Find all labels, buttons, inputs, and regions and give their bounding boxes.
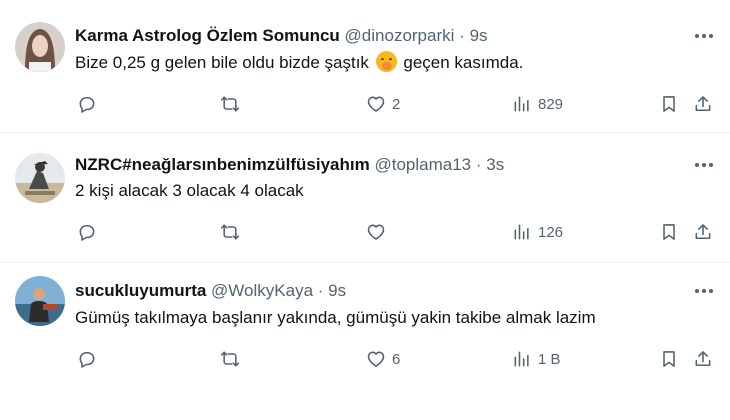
tweet[interactable]: Karma Astrolog Özlem Somuncu @dinozorpar… — [0, 0, 730, 133]
separator-dot: · — [317, 281, 324, 300]
views-button[interactable]: 829 — [512, 92, 563, 116]
like-count: 6 — [392, 350, 401, 368]
retweet-icon — [220, 224, 240, 240]
display-name[interactable]: NZRC#neağlarsınbenimzülfüsiyahım — [75, 155, 370, 174]
retweet-icon — [220, 351, 240, 367]
bookmark-button[interactable] — [659, 347, 679, 371]
bookmark-icon — [663, 351, 675, 367]
bookmark-button[interactable] — [659, 92, 679, 116]
reply-button[interactable] — [77, 220, 97, 244]
share-icon — [695, 224, 711, 240]
tweet-actions: 126 — [75, 220, 720, 244]
like-count: 2 — [392, 95, 401, 113]
retweet-button[interactable] — [220, 220, 240, 244]
user-handle[interactable]: @toplama13 — [374, 155, 471, 174]
tweet-actions: 6 1 B — [75, 347, 720, 371]
reply-button[interactable] — [77, 92, 97, 116]
display-name[interactable]: sucukluyumurta — [75, 281, 206, 300]
timestamp[interactable]: 9s — [328, 281, 346, 300]
reply-button[interactable] — [77, 347, 97, 371]
reply-icon — [79, 224, 95, 241]
views-chart-icon — [514, 96, 529, 112]
tweet[interactable]: NZRC#neağlarsınbenimzülfüsiyahım @toplam… — [0, 133, 730, 263]
share-button[interactable] — [693, 92, 713, 116]
tweet[interactable]: sucukluyumurta @WolkyKaya · 9s Gümüş tak… — [0, 263, 730, 420]
bookmark-icon — [663, 224, 675, 240]
user-handle[interactable]: @WolkyKaya — [211, 281, 313, 300]
views-count: 1 B — [538, 350, 561, 368]
share-icon — [695, 351, 711, 367]
share-button[interactable] — [693, 220, 713, 244]
avatar[interactable] — [15, 276, 65, 326]
tweet-text: Bize 0,25 g gelen bile oldu bizde şaştık… — [75, 51, 523, 75]
display-name[interactable]: Karma Astrolog Özlem Somuncu — [75, 26, 340, 45]
tweet-text: 2 kişi alacak 3 olacak 4 olacak — [75, 179, 304, 203]
like-button[interactable] — [366, 220, 386, 244]
tweet-text-main: Gümüş takılmaya başlanır yakında, gümüşü… — [75, 308, 596, 327]
retweet-button[interactable] — [220, 92, 240, 116]
tweet-text-end: geçen kasımda. — [403, 53, 524, 72]
views-button[interactable]: 1 B — [512, 347, 561, 371]
tweet-text-main: 2 kişi alacak 3 olacak 4 olacak — [75, 181, 304, 200]
bookmark-button[interactable] — [659, 220, 679, 244]
separator-dot: · — [475, 155, 482, 174]
heart-icon — [367, 224, 385, 240]
like-button[interactable]: 6 — [366, 347, 400, 371]
share-button[interactable] — [693, 347, 713, 371]
retweet-button[interactable] — [220, 347, 240, 371]
views-chart-icon — [514, 224, 529, 240]
timestamp[interactable]: 3s — [486, 155, 504, 174]
reply-icon — [79, 351, 95, 368]
user-handle[interactable]: @dinozorparki — [345, 26, 455, 45]
retweet-icon — [220, 96, 240, 112]
heart-icon — [367, 351, 385, 367]
separator-dot: · — [459, 26, 465, 45]
views-chart-icon — [514, 351, 529, 367]
views-count: 126 — [538, 223, 564, 241]
tweet-actions: 2 829 — [75, 92, 720, 116]
hand-over-mouth-emoji — [375, 51, 397, 72]
views-count: 829 — [538, 95, 564, 113]
avatar[interactable] — [15, 22, 65, 72]
tweet-text: Gümüş takılmaya başlanır yakında, gümüşü… — [75, 306, 596, 330]
share-icon — [695, 96, 711, 112]
avatar[interactable] — [15, 153, 65, 203]
reply-icon — [79, 96, 95, 113]
views-button[interactable]: 126 — [512, 220, 563, 244]
bookmark-icon — [663, 96, 675, 112]
like-button[interactable]: 2 — [366, 92, 400, 116]
timestamp[interactable]: 9s — [470, 26, 488, 45]
more-dots-icon[interactable] — [692, 25, 716, 47]
heart-icon — [367, 96, 385, 112]
more-dots-icon[interactable] — [692, 154, 716, 176]
tweet-text-main: Bize 0,25 g gelen bile oldu bizde şaştık — [75, 53, 369, 72]
more-dots-icon[interactable] — [692, 280, 716, 302]
